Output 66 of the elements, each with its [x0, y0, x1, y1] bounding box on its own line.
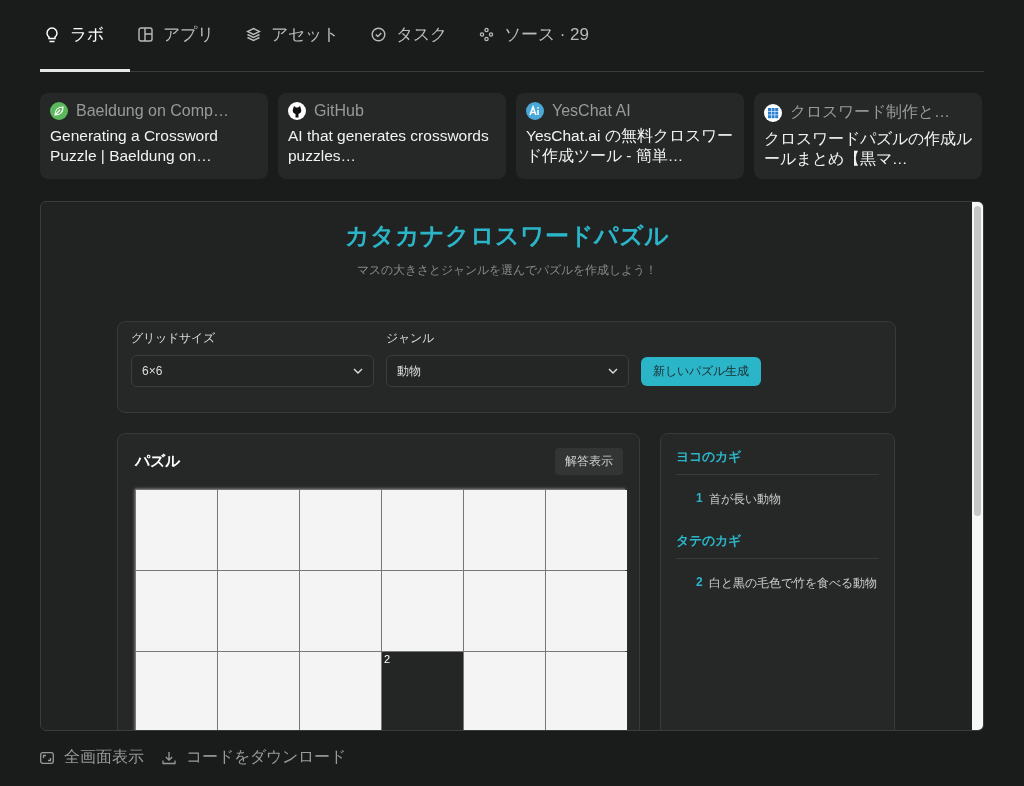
ai-logo-icon: [526, 102, 544, 120]
clue-heading: タテのカギ: [676, 532, 879, 559]
footer-button[interactable]: 全画面表示: [40, 747, 144, 768]
grid-cell[interactable]: [300, 490, 381, 570]
nav-tab[interactable]: ソース · 29: [475, 0, 614, 72]
panel-heading: パズル: [135, 452, 180, 471]
app-icon: [138, 27, 153, 42]
select-field[interactable]: 6×6: [131, 355, 374, 387]
cell-number: 2: [384, 653, 391, 665]
grid-cell[interactable]: [136, 490, 217, 570]
site-name: クロスワード制作と…: [790, 102, 950, 122]
clue-number: 1: [696, 491, 703, 507]
grid-cell[interactable]: [546, 571, 627, 651]
grid-cell[interactable]: [464, 652, 545, 730]
dots-icon: [479, 27, 494, 42]
grid-cell[interactable]: [300, 571, 381, 651]
clue-heading: ヨコのカギ: [676, 448, 879, 475]
grid-cell[interactable]: [382, 571, 463, 651]
source-title: AI that generates crosswords puzzles…: [288, 126, 490, 166]
site-name: YesChat AI: [552, 102, 631, 120]
fullscreen-icon: [40, 751, 54, 764]
leaf-icon: [50, 102, 68, 120]
app-subtitle: マスの大きさとジャンルを選んでパズルを作成しよう！: [355, 262, 658, 279]
select-field[interactable]: 動物: [386, 355, 629, 387]
source-card[interactable]: YesChat AI YesChat.ai の無料クロスワード作成ツール - 簡単…: [516, 93, 744, 179]
source-card[interactable]: Baeldung on Comp… Generating a Crossword Puzzle | Baeldung on…: [40, 93, 268, 179]
grid-cell[interactable]: [300, 652, 381, 730]
grid-cell[interactable]: [136, 652, 217, 730]
grid-cell[interactable]: [464, 571, 545, 651]
app-title: カタカナクロスワードパズル: [343, 221, 670, 251]
generate-button[interactable]: 新しいパズル生成: [641, 357, 761, 386]
grid-cell[interactable]: [546, 490, 627, 570]
cat-logo-icon: [288, 102, 306, 120]
grid-cell[interactable]: [546, 652, 627, 730]
layers-icon: [246, 27, 261, 42]
scrollbar[interactable]: [972, 202, 983, 730]
nav-tab[interactable]: アプリ: [134, 0, 238, 72]
source-title: Generating a Crossword Puzzle | Baeldung on…: [50, 126, 219, 166]
grid-cell[interactable]: [218, 652, 299, 730]
chevron-down-icon: [353, 368, 363, 374]
nav-tab[interactable]: タスク: [367, 0, 471, 72]
download-icon: [162, 750, 176, 765]
site-name: Baeldung on Comp…: [76, 102, 229, 120]
source-title: YesChat.ai の無料クロスワード作成ツール - 簡単…: [526, 126, 734, 166]
source-card[interactable]: クロスワード制作と… クロスワードパズルの作成ルールまとめ【黒マ…: [754, 93, 982, 179]
grid-cell[interactable]: [464, 490, 545, 570]
grid-cell[interactable]: [218, 490, 299, 570]
nav-tab[interactable]: ラボ: [40, 0, 130, 72]
grid-cell[interactable]: [382, 490, 463, 570]
site-name: GitHub: [314, 102, 364, 120]
clue-number: 2: [696, 575, 703, 591]
nav-tab[interactable]: アセット: [242, 0, 363, 72]
chevron-down-icon: [608, 368, 618, 374]
field-label: ジャンル: [386, 330, 435, 347]
footer-button[interactable]: コードをダウンロード: [162, 747, 346, 768]
source-card[interactable]: GitHub AI that generates crosswords puzzles…: [278, 93, 506, 179]
clue-text: 白と黒の毛色で竹を食べる動物: [708, 575, 877, 592]
grid-logo-icon: [764, 103, 782, 122]
show-answer-button[interactable]: 解答表示: [555, 448, 623, 475]
lightbulb-icon: [44, 25, 60, 44]
grid-cell[interactable]: [218, 571, 299, 651]
field-label: グリッドサイズ: [131, 330, 216, 347]
check-circle-icon: [371, 27, 386, 42]
grid-cell[interactable]: [136, 571, 217, 651]
clue-text: 首が長い動物: [708, 491, 781, 508]
source-title: クロスワードパズルの作成ルールまとめ【黒マ…: [764, 129, 972, 169]
